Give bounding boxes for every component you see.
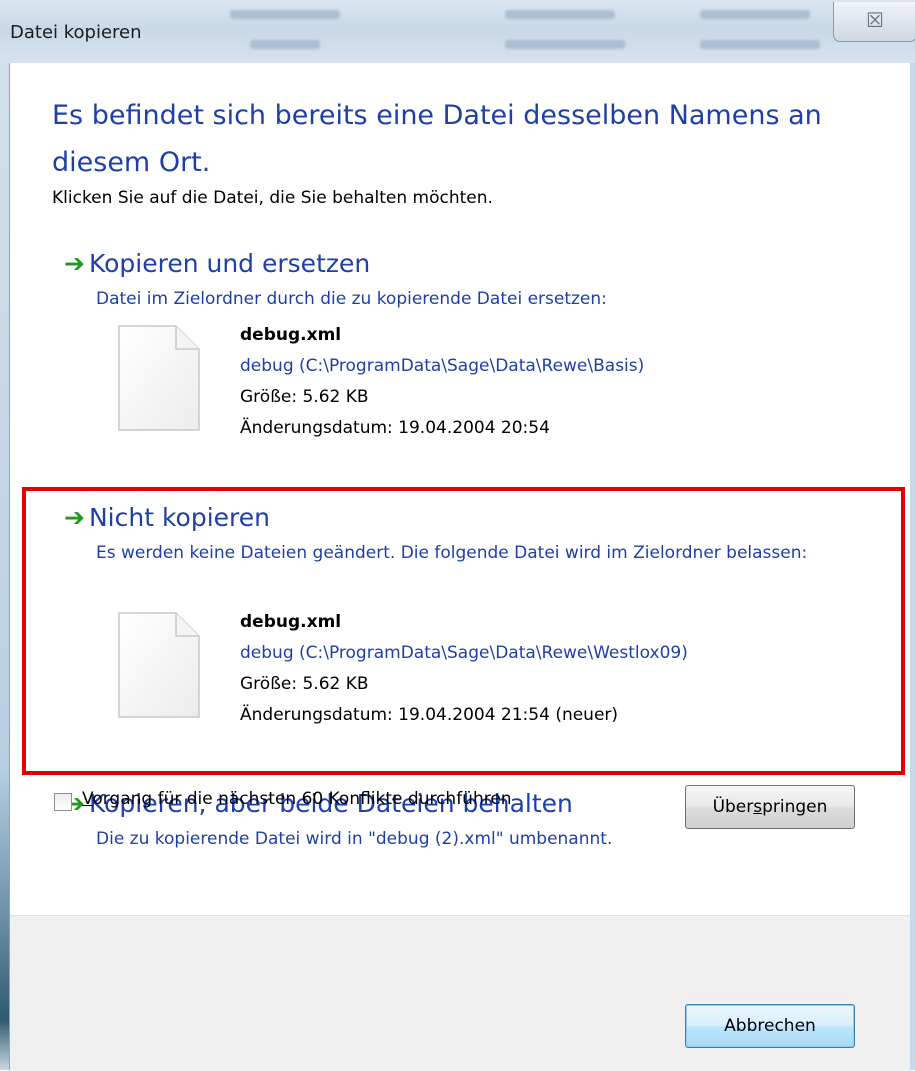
- option-title: Nicht kopieren: [88, 503, 270, 532]
- background-window-text: [700, 10, 810, 19]
- arrow-right-icon: ➔: [64, 503, 85, 532]
- file-path: debug (C:\ProgramData\Sage\Data\Rewe\Wes…: [240, 643, 688, 663]
- button-label-part: Über: [712, 797, 754, 817]
- document-icon: [118, 325, 200, 431]
- arrow-right-icon: ➔: [64, 249, 85, 278]
- dialog-heading: Es befindet sich bereits eine Datei dess…: [52, 100, 822, 178]
- label-text: organg für die nächsten 60 Konflikte dur…: [92, 789, 512, 809]
- close-icon: ☒: [866, 8, 884, 32]
- access-key: V: [82, 789, 93, 809]
- skip-button[interactable]: Überspringen: [685, 785, 855, 829]
- file-size: Größe: 5.62 KB: [240, 674, 369, 694]
- access-key: s: [753, 797, 763, 817]
- window-frame-right: [910, 63, 915, 1070]
- option-do-not-copy[interactable]: ➔ Nicht kopieren: [64, 503, 270, 532]
- document-icon: [118, 612, 200, 718]
- cancel-button[interactable]: Abbrechen: [685, 1004, 855, 1048]
- background-window-text: [700, 40, 820, 49]
- window-title: Datei kopieren: [10, 22, 142, 43]
- button-label-part: pringen: [762, 797, 828, 817]
- background-window-text: [230, 10, 340, 19]
- file-modified: Änderungsdatum: 19.04.2004 21:54 (neuer): [240, 705, 619, 725]
- option-description: Datei im Zielordner durch die zu kopiere…: [96, 289, 607, 309]
- option-copy-replace[interactable]: ➔ Kopieren und ersetzen: [64, 249, 370, 278]
- close-button[interactable]: ☒: [833, 2, 915, 42]
- dialog-subtitle: Klicken Sie auf die Datei, die Sie behal…: [52, 188, 493, 208]
- background-window-text: [505, 40, 625, 49]
- option-description: Es werden keine Dateien geändert. Die fo…: [96, 543, 808, 563]
- background-window-text: [250, 40, 320, 49]
- apply-to-all-checkbox[interactable]: [54, 793, 72, 811]
- apply-to-all-label[interactable]: Vorgang für die nächsten 60 Konflikte du…: [82, 789, 512, 809]
- option-title: Kopieren und ersetzen: [88, 249, 371, 278]
- option-description: Die zu kopierende Datei wird in "debug (…: [96, 829, 613, 849]
- window-frame-left: [0, 63, 9, 1070]
- title-bar: Datei kopieren ☒: [0, 0, 915, 63]
- file-path: debug (C:\ProgramData\Sage\Data\Rewe\Bas…: [240, 356, 645, 376]
- file-name: debug.xml: [240, 612, 342, 632]
- background-window-text: [505, 10, 615, 19]
- file-size: Größe: 5.62 KB: [240, 387, 369, 407]
- file-name: debug.xml: [240, 325, 342, 345]
- file-modified: Änderungsdatum: 19.04.2004 20:54: [240, 418, 550, 438]
